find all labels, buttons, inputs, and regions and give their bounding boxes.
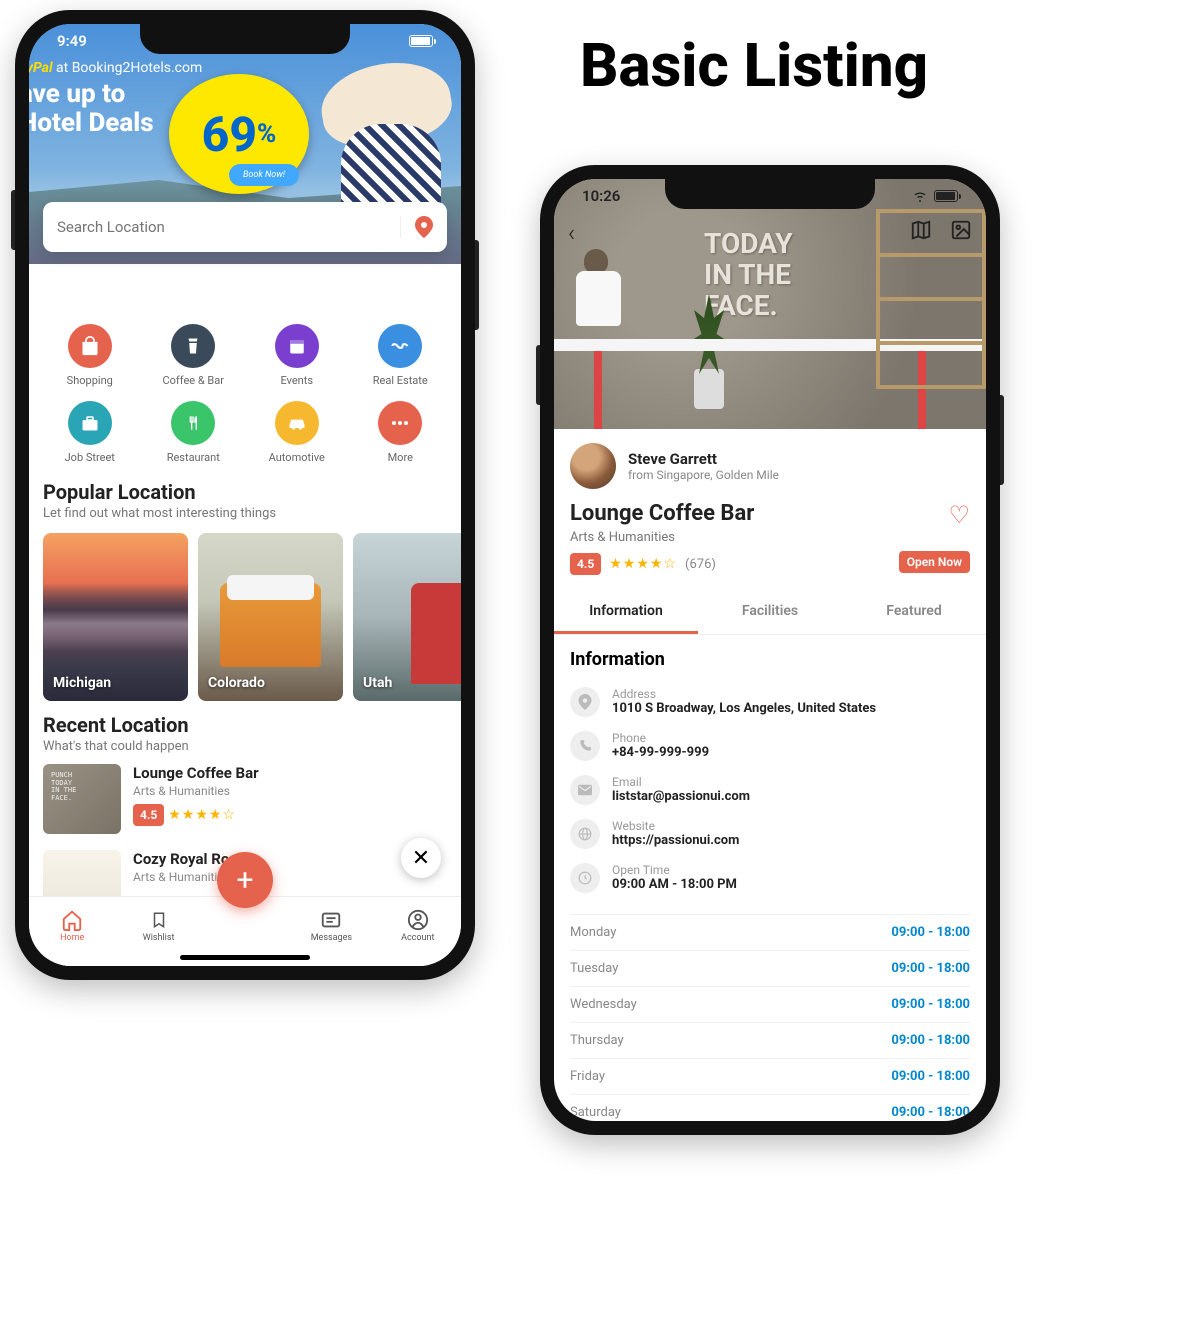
category-job-street[interactable]: Job Street <box>43 401 137 464</box>
hours-row: Monday09:00 - 18:00 <box>570 914 970 950</box>
image-icon[interactable] <box>950 219 972 247</box>
popular-card-colorado[interactable]: Colorado <box>198 533 343 701</box>
close-button[interactable]: ✕ <box>401 838 441 878</box>
book-now-button[interactable]: Book Now! <box>229 164 299 186</box>
category-restaurant[interactable]: Restaurant <box>147 401 241 464</box>
hours-row: Wednesday09:00 - 18:00 <box>570 986 970 1022</box>
wifi-icon <box>912 190 928 202</box>
battery-icon <box>409 35 433 47</box>
back-button[interactable]: ‹ <box>568 219 575 247</box>
notch <box>140 24 350 54</box>
recent-section-header: Recent Location What's that could happen <box>29 707 461 756</box>
recent-item-lounge[interactable]: PUNCHTODAYIN THEFACE. Lounge Coffee Bar … <box>43 756 447 842</box>
category-real-estate[interactable]: Real Estate <box>354 324 448 387</box>
map-icon[interactable] <box>910 219 932 247</box>
category-shopping[interactable]: Shopping <box>43 324 137 387</box>
mail-icon <box>570 775 600 805</box>
info-website[interactable]: Websitehttps://passionui.com <box>570 812 970 856</box>
info-address[interactable]: Address1010 S Broadway, Los Angeles, Uni… <box>570 680 970 724</box>
listing-header: Lounge Coffee Bar ♡ Arts & Humanities Op… <box>554 499 986 585</box>
tab-messages[interactable]: Messages <box>301 909 361 943</box>
stars-icon: ★★★★☆ <box>168 807 236 823</box>
pin-icon <box>570 687 600 717</box>
tab-home[interactable]: Home <box>42 909 102 943</box>
tab-information[interactable]: Information <box>554 591 698 634</box>
home-indicator <box>180 955 310 960</box>
search-input[interactable] <box>57 218 400 236</box>
tab-wishlist[interactable]: Wishlist <box>129 909 189 943</box>
account-icon <box>407 909 429 931</box>
message-icon <box>320 909 342 931</box>
popular-card-michigan[interactable]: Michigan <box>43 533 188 701</box>
clock-icon <box>570 863 600 893</box>
avatar <box>570 443 616 489</box>
category-automotive[interactable]: Automotive <box>250 401 344 464</box>
tab-account[interactable]: Account <box>388 909 448 943</box>
hours-row: Tuesday09:00 - 18:00 <box>570 950 970 986</box>
notch <box>665 179 875 209</box>
category-events[interactable]: Events <box>250 324 344 387</box>
status-time: 10:26 <box>582 187 620 205</box>
popular-card-utah[interactable]: Utah <box>353 533 461 701</box>
page-title: Basic Listing <box>580 30 928 101</box>
information-section: Information Address1010 S Broadway, Los … <box>554 635 986 914</box>
info-email[interactable]: Emailliststar@passionui.com <box>570 768 970 812</box>
info-open-time[interactable]: Open Time09:00 AM - 18:00 PM <box>570 856 970 900</box>
home-icon <box>61 909 83 931</box>
hours-row: Saturday09:00 - 18:00 <box>570 1094 970 1121</box>
popular-section-header: Popular Location Let find out what most … <box>29 474 461 523</box>
hours-list: Monday09:00 - 18:00 Tuesday09:00 - 18:00… <box>554 914 986 1121</box>
search-bar[interactable] <box>43 202 447 252</box>
listing-hero[interactable]: TODAYIN THEFACE. ‹ <box>554 179 986 429</box>
phone-icon <box>570 731 600 761</box>
add-fab[interactable]: + <box>217 852 273 908</box>
bookmark-icon <box>150 909 168 931</box>
tab-featured[interactable]: Featured <box>842 591 986 634</box>
author-row[interactable]: Steve Garrett from Singapore, Golden Mil… <box>554 429 986 499</box>
hours-row: Friday09:00 - 18:00 <box>570 1058 970 1094</box>
popular-scroll[interactable]: Michigan Colorado Utah <box>29 523 461 707</box>
phone-frame-listing: 10:26 TODAYIN THEFACE. ‹ <box>540 165 1000 1135</box>
info-phone[interactable]: Phone+84-99-999-999 <box>570 724 970 768</box>
category-more[interactable]: More <box>354 401 448 464</box>
heart-icon[interactable]: ♡ <box>948 501 970 529</box>
listing-tabs: Information Facilities Featured <box>554 591 986 635</box>
tab-facilities[interactable]: Facilities <box>698 591 842 634</box>
listing-title: Lounge Coffee Bar <box>570 501 970 526</box>
globe-icon <box>570 819 600 849</box>
location-pin-icon[interactable] <box>400 216 433 238</box>
category-coffee-bar[interactable]: Coffee & Bar <box>147 324 241 387</box>
status-time: 9:49 <box>57 32 87 50</box>
open-now-badge: Open Now <box>899 551 970 573</box>
stars-icon: ★★★★☆ <box>609 556 677 572</box>
category-grid: Shopping Coffee & Bar Events Real Estate… <box>29 264 461 474</box>
hours-row: Thursday09:00 - 18:00 <box>570 1022 970 1058</box>
phone-frame-home: 9:49 ayPal at Booking2Hotels.com ave up … <box>15 10 475 980</box>
battery-icon <box>934 190 958 202</box>
